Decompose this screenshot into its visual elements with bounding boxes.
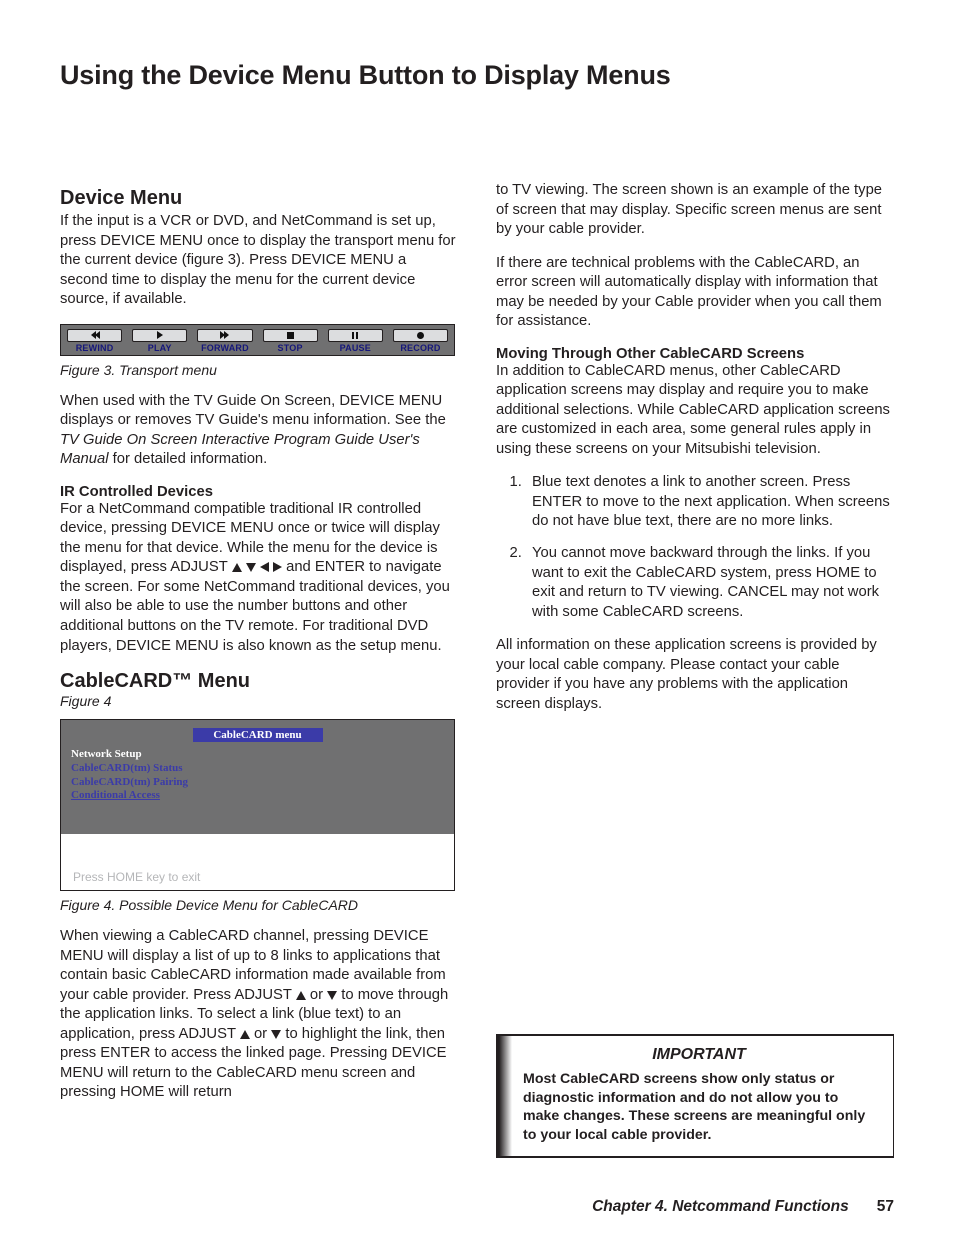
- play-label: PLAY: [132, 343, 187, 353]
- cablecard-item-conditional-access: Conditional Access: [71, 789, 444, 803]
- cablecard-item-network-setup: Network Setup: [71, 748, 444, 762]
- pause-label: PAUSE: [328, 343, 383, 353]
- two-column-layout: Device Menu If the input is a VCR or DVD…: [60, 181, 894, 1158]
- text: or: [306, 987, 327, 1003]
- arrow-right-icon: [273, 562, 282, 572]
- list-item: Blue text denotes a link to another scre…: [526, 473, 894, 532]
- record-button: [393, 329, 448, 342]
- rewind-icon: [95, 331, 100, 339]
- left-column: Device Menu If the input is a VCR or DVD…: [60, 181, 458, 1158]
- ir-controlled-devices-heading: IR Controlled Devices: [60, 484, 458, 500]
- stop-icon: [287, 332, 294, 339]
- play-icon: [157, 331, 163, 339]
- arrow-down-icon: [246, 563, 256, 572]
- forward-label: FORWARD: [197, 343, 252, 353]
- important-callout: IMPORTANT Most CableCARD screens show on…: [496, 1034, 894, 1158]
- moving-through-paragraph: In addition to CableCARD menus, other Ca…: [496, 362, 894, 460]
- device-menu-paragraph-2: When used with the TV Guide On Screen, D…: [60, 392, 458, 470]
- device-menu-paragraph-1: If the input is a VCR or DVD, and NetCom…: [60, 212, 458, 310]
- cablecard-paragraph-2: If there are technical problems with the…: [496, 254, 894, 332]
- arrow-up-icon: [240, 1030, 250, 1039]
- text: or: [250, 1026, 271, 1042]
- ir-controlled-devices-paragraph: For a NetCommand compatible traditional …: [60, 500, 458, 656]
- forward-button: [197, 329, 252, 342]
- list-item: You cannot move backward through the lin…: [526, 544, 894, 622]
- arrow-up-icon: [232, 563, 242, 572]
- page-title: Using the Device Menu Button to Display …: [60, 60, 894, 91]
- stop-button: [263, 329, 318, 342]
- moving-through-heading: Moving Through Other CableCARD Screens: [496, 346, 894, 362]
- cablecard-item-pairing: CableCARD(tm) Pairing: [71, 776, 444, 790]
- text: When used with the TV Guide On Screen, D…: [60, 393, 446, 429]
- cablecard-footer-hint: Press HOME key to exit: [73, 870, 200, 884]
- arrow-down-icon: [271, 1030, 281, 1039]
- figure-4-caption: Figure 4. Possible Device Menu for Cable…: [60, 897, 458, 913]
- record-icon: [417, 332, 424, 339]
- pause-icon: [352, 332, 358, 339]
- page-footer: Chapter 4. Netcommand Functions 57: [60, 1198, 894, 1216]
- cablecard-paragraph-1-continued: to TV viewing. The screen shown is an ex…: [496, 181, 894, 240]
- rewind-label: REWIND: [67, 343, 122, 353]
- forward-icon: [224, 331, 229, 339]
- important-body: Most CableCARD screens show only status …: [523, 1070, 875, 1144]
- chapter-label: Chapter 4. Netcommand Functions: [592, 1198, 849, 1216]
- arrow-up-icon: [296, 991, 306, 1000]
- figure-3-transport-menu: REWIND PLAY FORWARD STOP PAUSE RECORD: [60, 324, 455, 356]
- figure-3-caption: Figure 3. Transport menu: [60, 362, 458, 378]
- rewind-button: [67, 329, 122, 342]
- device-menu-heading: Device Menu: [60, 187, 458, 210]
- closing-paragraph: All information on these application scr…: [496, 636, 894, 714]
- important-heading: IMPORTANT: [523, 1046, 875, 1064]
- arrow-left-icon: [260, 562, 269, 572]
- cablecard-menu-heading: CableCARD™ Menu: [60, 670, 458, 693]
- text: for detailed information.: [109, 451, 268, 467]
- page-number: 57: [877, 1198, 894, 1216]
- cablecard-titlebar: CableCARD menu: [193, 728, 323, 742]
- rules-list: Blue text denotes a link to another scre…: [496, 473, 894, 622]
- right-column: to TV viewing. The screen shown is an ex…: [496, 181, 894, 1158]
- cablecard-item-status: CableCARD(tm) Status: [71, 762, 444, 776]
- arrow-down-icon: [327, 991, 337, 1000]
- figure-4-cablecard-menu: CableCARD menu Network Setup CableCARD(t…: [60, 719, 455, 891]
- pause-button: [328, 329, 383, 342]
- stop-label: STOP: [263, 343, 318, 353]
- record-label: RECORD: [393, 343, 448, 353]
- play-button: [132, 329, 187, 342]
- cablecard-paragraph-1: When viewing a CableCARD channel, pressi…: [60, 927, 458, 1103]
- figure-4-label: Figure 4: [60, 693, 458, 709]
